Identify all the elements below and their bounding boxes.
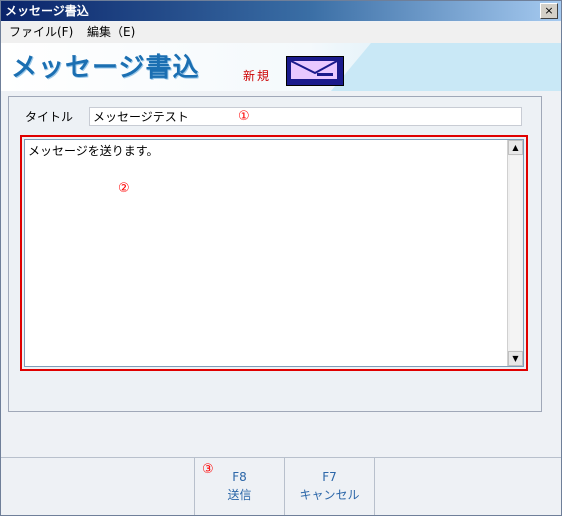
cancel-key: F7 [322,470,337,484]
fkey-empty-left [1,458,195,515]
scroll-down-button[interactable]: ▼ [508,351,523,366]
cancel-label: キャンセル [299,488,360,502]
cancel-button[interactable]: F7 キャンセル [285,458,375,515]
close-icon: × [544,4,554,17]
title-label: タイトル [25,110,74,124]
scroll-up-button[interactable]: ▲ [508,140,523,155]
message-body-textarea[interactable]: メッセージを送ります。 ▲ ▼ [24,139,524,367]
send-key: F8 [232,470,247,484]
send-button[interactable]: F8 送信 [195,458,285,515]
message-body-text: メッセージを送ります。 [28,144,159,158]
function-key-bar: ③ F8 送信 F7 キャンセル [1,457,561,515]
message-compose-window: メッセージ書込 × ファイル(F) 編集（E) メッセージ書込 新規 タイトル … [0,0,562,516]
menu-bar: ファイル(F) 編集（E) [1,22,561,43]
title-bar: メッセージ書込 × [1,1,561,21]
callout-1: ① [238,109,250,124]
menu-file[interactable]: ファイル(F) [9,24,73,41]
mode-badge: 新規 [243,69,272,83]
window-title: メッセージ書込 [5,4,89,18]
header-banner: メッセージ書込 新規 [1,43,561,91]
envelope-line [317,73,333,76]
page-title: メッセージ書込 [11,53,200,83]
title-input[interactable]: メッセージテスト [89,107,522,126]
envelope-icon [286,56,344,86]
banner-decoration-band [371,43,561,91]
scroll-track[interactable] [510,156,522,350]
vertical-scrollbar[interactable]: ▲ ▼ [507,140,523,366]
envelope-flap [290,60,338,75]
menu-edit[interactable]: 編集（E) [87,24,135,41]
send-label: 送信 [227,488,252,502]
close-button[interactable]: × [540,3,558,19]
callout-2: ② [118,181,130,196]
